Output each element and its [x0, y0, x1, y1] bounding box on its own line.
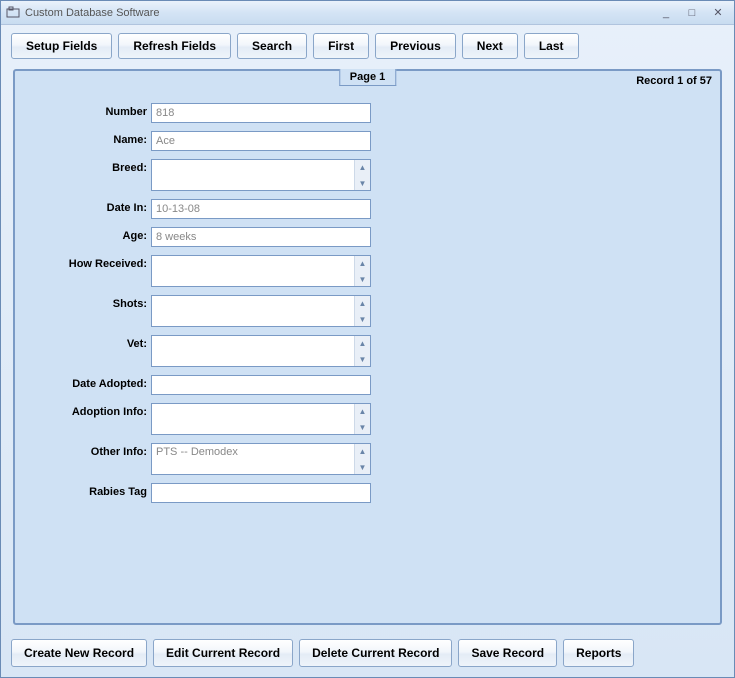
label-adoption-info: Adoption Info: — [31, 403, 151, 418]
edit-current-record-button[interactable]: Edit Current Record — [153, 639, 293, 667]
input-rabies-tag[interactable] — [151, 483, 371, 503]
input-other-info[interactable] — [152, 444, 354, 474]
input-how-received[interactable] — [152, 256, 354, 286]
input-shots[interactable] — [152, 296, 354, 326]
top-toolbar: Setup Fields Refresh Fields Search First… — [1, 25, 734, 63]
textarea-wrap-breed: ▲ ▼ — [151, 159, 371, 191]
scroll-down-icon[interactable]: ▼ — [355, 176, 370, 190]
field-age: Age: — [31, 227, 704, 247]
input-date-in[interactable] — [151, 199, 371, 219]
scroll-shots: ▲ ▼ — [354, 296, 370, 326]
label-other-info: Other Info: — [31, 443, 151, 458]
field-breed: Breed: ▲ ▼ — [31, 159, 704, 191]
scroll-down-icon[interactable]: ▼ — [355, 312, 370, 326]
scroll-down-icon[interactable]: ▼ — [355, 352, 370, 366]
scroll-up-icon[interactable]: ▲ — [355, 160, 370, 174]
bottom-toolbar: Create New Record Edit Current Record De… — [1, 633, 734, 677]
textarea-wrap-adoption-info: ▲ ▼ — [151, 403, 371, 435]
field-number: Number — [31, 103, 704, 123]
scroll-breed: ▲ ▼ — [354, 160, 370, 190]
scroll-up-icon[interactable]: ▲ — [355, 444, 370, 458]
scroll-adoption-info: ▲ ▼ — [354, 404, 370, 434]
scroll-down-icon[interactable]: ▼ — [355, 460, 370, 474]
page-tab[interactable]: Page 1 — [339, 69, 396, 86]
maximize-button[interactable]: □ — [680, 5, 704, 21]
scroll-vet: ▲ ▼ — [354, 336, 370, 366]
scroll-up-icon[interactable]: ▲ — [355, 296, 370, 310]
close-button[interactable]: ✕ — [706, 5, 730, 21]
label-how-received: How Received: — [31, 255, 151, 270]
textarea-wrap-other-info: ▲ ▼ — [151, 443, 371, 475]
field-adoption-info: Adoption Info: ▲ ▼ — [31, 403, 704, 435]
field-how-received: How Received: ▲ ▼ — [31, 255, 704, 287]
input-vet[interactable] — [152, 336, 354, 366]
last-button[interactable]: Last — [524, 33, 579, 59]
input-adoption-info[interactable] — [152, 404, 354, 434]
field-other-info: Other Info: ▲ ▼ — [31, 443, 704, 475]
input-breed[interactable] — [152, 160, 354, 190]
textarea-wrap-vet: ▲ ▼ — [151, 335, 371, 367]
next-button[interactable]: Next — [462, 33, 518, 59]
setup-fields-button[interactable]: Setup Fields — [11, 33, 112, 59]
scroll-down-icon[interactable]: ▼ — [355, 420, 370, 434]
scroll-up-icon[interactable]: ▲ — [355, 256, 370, 270]
delete-current-record-button[interactable]: Delete Current Record — [299, 639, 452, 667]
minimize-button[interactable]: _ — [654, 5, 678, 21]
window-controls: _ □ ✕ — [654, 5, 730, 21]
record-counter: Record 1 of 57 — [636, 75, 712, 87]
label-rabies-tag: Rabies Tag — [31, 483, 151, 498]
scroll-other-info: ▲ ▼ — [354, 444, 370, 474]
scroll-up-icon[interactable]: ▲ — [355, 336, 370, 350]
label-shots: Shots: — [31, 295, 151, 310]
scroll-down-icon[interactable]: ▼ — [355, 272, 370, 286]
input-name[interactable] — [151, 131, 371, 151]
save-record-button[interactable]: Save Record — [458, 639, 557, 667]
first-button[interactable]: First — [313, 33, 369, 59]
scroll-how-received: ▲ ▼ — [354, 256, 370, 286]
input-date-adopted[interactable] — [151, 375, 371, 395]
field-date-in: Date In: — [31, 199, 704, 219]
field-shots: Shots: ▲ ▼ — [31, 295, 704, 327]
previous-button[interactable]: Previous — [375, 33, 456, 59]
input-age[interactable] — [151, 227, 371, 247]
label-date-in: Date In: — [31, 199, 151, 214]
record-panel: Page 1 Record 1 of 57 Number Name: Breed… — [13, 69, 722, 625]
label-name: Name: — [31, 131, 151, 146]
app-icon — [5, 5, 21, 21]
app-window: Custom Database Software _ □ ✕ Setup Fie… — [0, 0, 735, 678]
titlebar: Custom Database Software _ □ ✕ — [1, 1, 734, 25]
label-age: Age: — [31, 227, 151, 242]
input-number[interactable] — [151, 103, 371, 123]
textarea-wrap-shots: ▲ ▼ — [151, 295, 371, 327]
label-date-adopted: Date Adopted: — [31, 375, 151, 390]
field-name: Name: — [31, 131, 704, 151]
field-date-adopted: Date Adopted: — [31, 375, 704, 395]
label-breed: Breed: — [31, 159, 151, 174]
textarea-wrap-how-received: ▲ ▼ — [151, 255, 371, 287]
scroll-up-icon[interactable]: ▲ — [355, 404, 370, 418]
search-button[interactable]: Search — [237, 33, 307, 59]
create-new-record-button[interactable]: Create New Record — [11, 639, 147, 667]
refresh-fields-button[interactable]: Refresh Fields — [118, 33, 231, 59]
window-title: Custom Database Software — [25, 7, 654, 19]
field-rabies-tag: Rabies Tag — [31, 483, 704, 503]
reports-button[interactable]: Reports — [563, 639, 634, 667]
field-vet: Vet: ▲ ▼ — [31, 335, 704, 367]
form-area: Number Name: Breed: ▲ ▼ Date In: — [31, 103, 704, 503]
label-vet: Vet: — [31, 335, 151, 350]
label-number: Number — [31, 103, 151, 118]
